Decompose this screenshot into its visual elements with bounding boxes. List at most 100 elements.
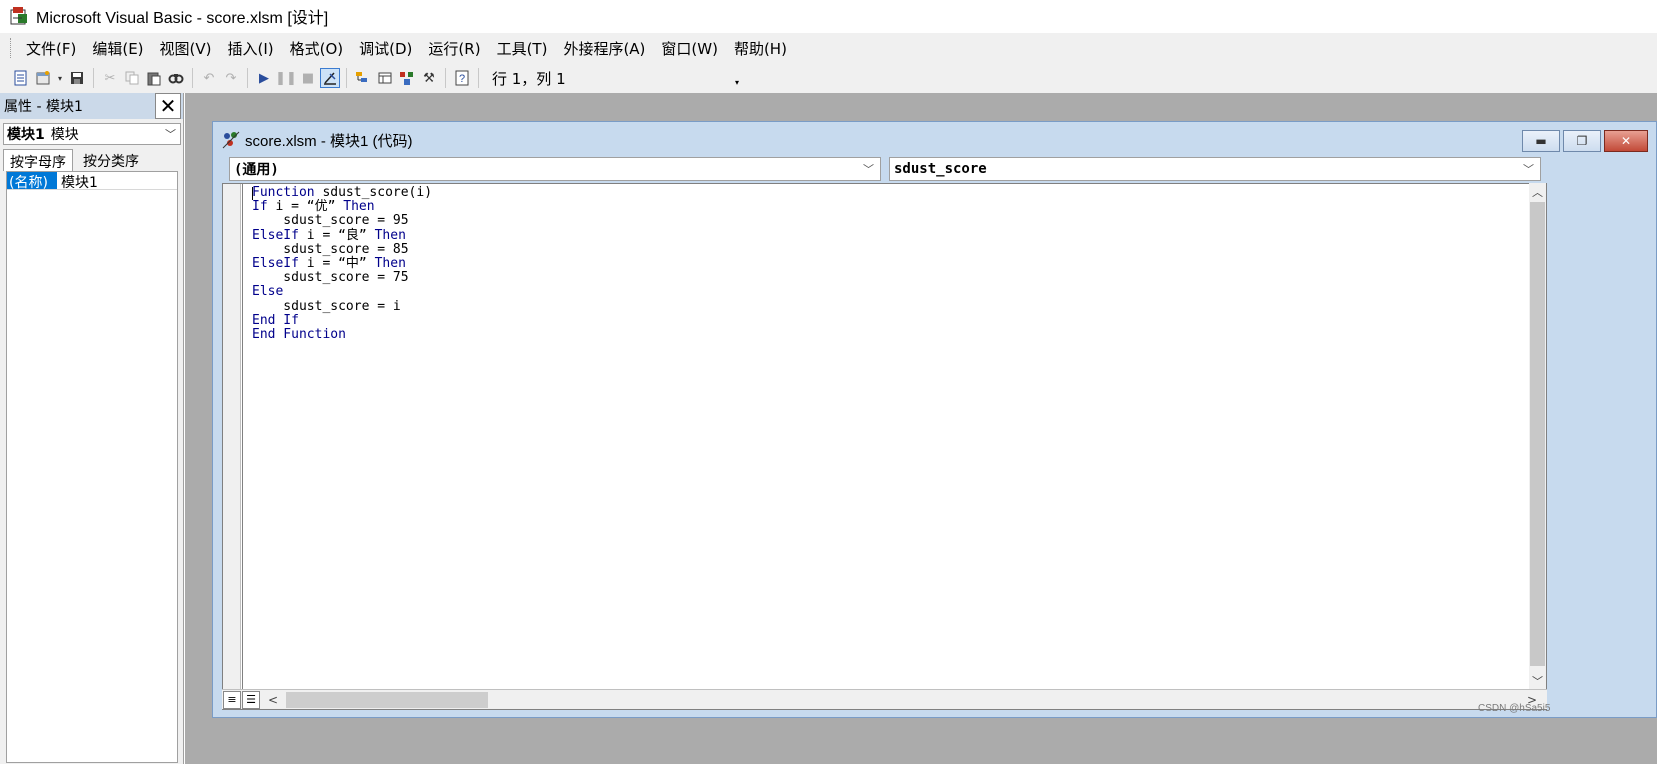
design-mode-icon[interactable] bbox=[320, 68, 340, 88]
code-line[interactable]: sdust_score = 75 bbox=[252, 271, 432, 285]
tab-categorized[interactable]: 按分类序 bbox=[77, 149, 145, 171]
properties-tabs: 按字母序 按分类序 bbox=[3, 149, 181, 171]
properties-header: 属性 - 模块1 ✕ bbox=[0, 93, 183, 119]
object-combo-value: (通用) bbox=[234, 162, 279, 178]
scroll-thumb[interactable] bbox=[1530, 202, 1545, 666]
property-row[interactable]: (名称) 模块1 bbox=[7, 172, 177, 191]
menu-addins[interactable]: 外接程序(A) bbox=[555, 36, 653, 61]
code-line[interactable]: End Function bbox=[252, 327, 432, 343]
toolbar-separator bbox=[192, 68, 193, 88]
close-icon[interactable]: ✕ bbox=[155, 93, 181, 119]
chevron-down-icon[interactable]: ﹀ bbox=[863, 161, 874, 177]
code-line[interactable]: Function sdust_score(i) bbox=[252, 185, 432, 200]
menu-view[interactable]: 视图(V) bbox=[152, 36, 220, 61]
code-text-segment: sdust_score = 75 bbox=[252, 270, 409, 286]
code-keyword: Else bbox=[252, 284, 284, 300]
save-icon[interactable] bbox=[67, 68, 87, 88]
toolbar-options-icon[interactable]: ▾ bbox=[735, 78, 739, 87]
redo-icon[interactable]: ↷ bbox=[221, 68, 241, 88]
watermark: CSDN @hSa5i5 bbox=[1478, 703, 1551, 714]
code-line[interactable]: sdust_score = 85 bbox=[252, 242, 432, 257]
menu-edit[interactable]: 编辑(E) bbox=[84, 36, 151, 61]
paste-icon[interactable] bbox=[144, 68, 164, 88]
reset-icon[interactable]: ■ bbox=[298, 68, 318, 88]
text-cursor bbox=[252, 187, 253, 200]
run-icon[interactable]: ▶ bbox=[254, 68, 274, 88]
procedure-view-icon[interactable]: ≡ bbox=[223, 690, 241, 709]
break-icon[interactable]: ❚❚ bbox=[275, 68, 297, 88]
view-excel-icon[interactable] bbox=[11, 68, 31, 88]
code-keyword: End If bbox=[252, 312, 299, 328]
project-explorer-icon[interactable] bbox=[353, 68, 373, 88]
menu-tools[interactable]: 工具(T) bbox=[489, 36, 556, 61]
code-line[interactable]: If i = “优” Then bbox=[252, 200, 432, 214]
menu-window[interactable]: 窗口(W) bbox=[653, 36, 726, 61]
menu-debug[interactable]: 调试(D) bbox=[351, 36, 420, 61]
undo-icon[interactable]: ↶ bbox=[199, 68, 219, 88]
full-module-view-icon[interactable]: ☰ bbox=[242, 690, 260, 709]
chevron-down-icon[interactable]: ﹀ bbox=[165, 126, 176, 142]
insert-module-icon[interactable] bbox=[33, 68, 53, 88]
tab-alphabetic[interactable]: 按字母序 bbox=[3, 149, 73, 171]
object-selector[interactable]: 模块1 模块 ﹀ bbox=[3, 123, 181, 145]
menu-file[interactable]: 文件(F) bbox=[18, 36, 84, 61]
toolbar-separator bbox=[93, 68, 94, 88]
code-line[interactable]: sdust_score = 95 bbox=[252, 214, 432, 228]
scroll-up-icon[interactable]: ︿ bbox=[1529, 183, 1546, 200]
code-module-icon bbox=[221, 130, 241, 150]
menu-bar: 文件(F) 编辑(E) 视图(V) 插入(I) 格式(O) 调试(D) 运行(R… bbox=[0, 33, 1657, 63]
horizontal-scrollbar[interactable]: ≡ ☰ < > bbox=[222, 689, 1547, 709]
code-line[interactable]: ElseIf i = “中” Then bbox=[252, 256, 432, 272]
restore-icon[interactable]: ❐ bbox=[1563, 130, 1601, 152]
chevron-down-icon[interactable]: ▾ bbox=[55, 68, 65, 88]
copy-icon[interactable] bbox=[122, 68, 142, 88]
code-keyword: If bbox=[252, 199, 268, 215]
code-text-segment: sdust_score = 95 bbox=[252, 213, 409, 229]
menu-run[interactable]: 运行(R) bbox=[420, 36, 488, 61]
menu-format[interactable]: 格式(O) bbox=[282, 36, 352, 61]
vertical-scrollbar[interactable]: ︿ ﹀ bbox=[1529, 183, 1546, 689]
procedure-combo[interactable]: sdust_score ﹀ bbox=[889, 157, 1541, 181]
chevron-down-icon[interactable]: ﹀ bbox=[1523, 161, 1534, 177]
code-window-title: score.xlsm - 模块1 (代码) bbox=[245, 132, 413, 150]
code-line[interactable]: Else bbox=[252, 285, 432, 299]
find-icon[interactable] bbox=[166, 68, 186, 88]
scroll-down-icon[interactable]: ﹀ bbox=[1529, 672, 1546, 689]
vba-app-icon[interactable] bbox=[10, 6, 30, 26]
code-keyword: Then bbox=[343, 199, 375, 215]
cut-icon[interactable]: ✂ bbox=[100, 68, 120, 88]
code-line[interactable]: sdust_score = i bbox=[252, 299, 432, 314]
object-browser-icon[interactable] bbox=[397, 68, 417, 88]
code-keyword: ElseIf bbox=[252, 256, 299, 272]
menu-help[interactable]: 帮助(H) bbox=[726, 36, 795, 61]
code-keyword: ElseIf bbox=[252, 227, 299, 243]
code-text[interactable]: Function sdust_score(i) If i = “优” Then s… bbox=[252, 185, 432, 343]
properties-pane: 属性 - 模块1 ✕ 模块1 模块 ﹀ 按字母序 按分类序 (名称) 模块1 bbox=[0, 93, 184, 764]
window-title: Microsoft Visual Basic - score.xlsm [设计] bbox=[36, 9, 329, 27]
code-keyword: End Function bbox=[252, 327, 346, 343]
close-icon[interactable]: ✕ bbox=[1604, 130, 1648, 152]
title-bar: Microsoft Visual Basic - score.xlsm [设计] bbox=[0, 0, 1657, 31]
menu-insert[interactable]: 插入(I) bbox=[220, 36, 282, 61]
code-line[interactable]: ElseIf i = “良” Then bbox=[252, 227, 432, 243]
minimize-icon[interactable]: ▬ bbox=[1522, 130, 1560, 152]
property-key: (名称) bbox=[7, 172, 57, 191]
window-controls: ▬ ❐ ✕ bbox=[1519, 130, 1648, 152]
properties-window-icon[interactable] bbox=[375, 68, 395, 88]
code-editor[interactable]: Function sdust_score(i) If i = “优” Then s… bbox=[222, 183, 1547, 710]
property-value[interactable]: 模块1 bbox=[57, 172, 98, 191]
code-window-titlebar[interactable]: score.xlsm - 模块1 (代码) bbox=[213, 122, 1656, 158]
standard-toolbar: ▾ ✂ ↶ ↷ ▶ ❚❚ ■ ⚒ ? 行 1，列 1 ▾ bbox=[0, 63, 1657, 93]
code-line[interactable]: End If bbox=[252, 312, 432, 328]
scroll-left-icon[interactable]: < bbox=[268, 693, 278, 707]
breakpoint-margin[interactable] bbox=[223, 184, 241, 690]
toolbar-separator bbox=[445, 68, 446, 88]
menu-grip[interactable] bbox=[10, 38, 12, 58]
object-name: 模块1 bbox=[7, 127, 45, 143]
cursor-position: 行 1，列 1 bbox=[492, 69, 566, 88]
object-type: 模块 bbox=[50, 127, 79, 143]
horizontal-scroll-thumb[interactable] bbox=[286, 691, 489, 708]
help-icon[interactable]: ? bbox=[452, 68, 472, 88]
object-combo[interactable]: (通用) ﹀ bbox=[229, 157, 881, 181]
toolbox-icon[interactable]: ⚒ bbox=[419, 68, 439, 88]
